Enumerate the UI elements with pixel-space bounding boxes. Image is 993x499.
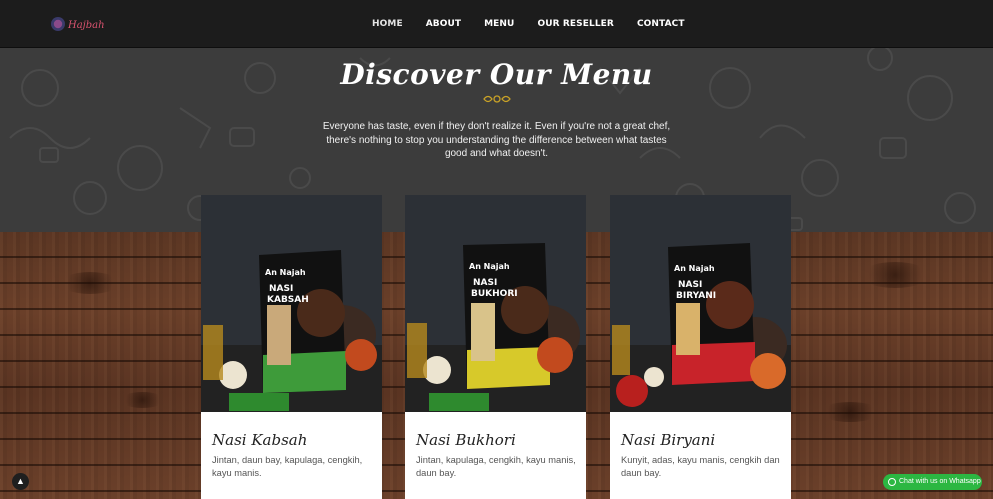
back-to-top-button[interactable]: ▲ bbox=[12, 473, 29, 490]
svg-text:NASI: NASI bbox=[678, 280, 702, 290]
whatsapp-chat-button[interactable]: Chat with us on Whatsapp bbox=[883, 474, 982, 490]
intro-paragraph: Everyone has taste, even if they don't r… bbox=[322, 121, 671, 159]
menu-card-nasi-biryani[interactable]: An Najah NASI BIRYANI Nasi Biryani Kunyi… bbox=[610, 195, 791, 499]
menu-card-nasi-kabsah[interactable]: An Najah NASI KABSAH Nasi Kabsah Jintan,… bbox=[201, 195, 382, 499]
svg-text:Hajbah: Hajbah bbox=[67, 20, 105, 31]
svg-text:An Najah: An Najah bbox=[265, 268, 306, 277]
menu-item-name: Nasi Kabsah bbox=[212, 431, 308, 449]
nav-home[interactable]: HOME bbox=[372, 19, 403, 29]
svg-text:NASI: NASI bbox=[473, 278, 497, 288]
whatsapp-icon bbox=[888, 478, 896, 486]
svg-text:BIRYANI: BIRYANI bbox=[676, 291, 716, 301]
brand-logo[interactable]: Hajbah bbox=[50, 13, 106, 35]
product-photo: An Najah NASI BIRYANI bbox=[610, 195, 791, 412]
page-title: Discover Our Menu bbox=[340, 58, 653, 91]
product-photo: An Najah NASI KABSAH bbox=[201, 195, 382, 412]
nav-our-reseller[interactable]: OUR RESELLER bbox=[537, 19, 613, 29]
svg-text:An Najah: An Najah bbox=[469, 262, 510, 271]
whatsapp-chat-label: Chat with us on Whatsapp bbox=[899, 478, 981, 485]
nav-menu[interactable]: MENU bbox=[484, 19, 514, 29]
ornament-divider-icon bbox=[483, 95, 511, 103]
menu-item-description: Jintan, kapulaga, cengkih, kayu manis, d… bbox=[416, 455, 576, 478]
svg-text:NASI: NASI bbox=[269, 284, 293, 294]
svg-text:An Najah: An Najah bbox=[674, 264, 715, 273]
chevron-up-icon: ▲ bbox=[16, 476, 25, 486]
svg-text:BUKHORI: BUKHORI bbox=[471, 289, 518, 299]
menu-item-name: Nasi Biryani bbox=[621, 431, 716, 449]
svg-text:KABSAH: KABSAH bbox=[267, 295, 309, 305]
menu-card-nasi-bukhori[interactable]: An Najah NASI BUKHORI Nasi Bukhori Jinta… bbox=[405, 195, 586, 499]
menu-item-description: Kunyit, adas, kayu manis, cengkih dan da… bbox=[621, 455, 780, 478]
product-photo: An Najah NASI BUKHORI bbox=[405, 195, 586, 412]
main-nav: HOME ABOUT MENU OUR RESELLER CONTACT bbox=[372, 0, 708, 48]
menu-item-name: Nasi Bukhori bbox=[416, 431, 516, 449]
nav-about[interactable]: ABOUT bbox=[426, 19, 461, 29]
menu-item-description: Jintan, daun bay, kapulaga, cengkih, kay… bbox=[212, 455, 363, 478]
nav-contact[interactable]: CONTACT bbox=[637, 19, 685, 29]
navbar: Hajbah HOME ABOUT MENU OUR RESELLER CONT… bbox=[0, 0, 993, 48]
